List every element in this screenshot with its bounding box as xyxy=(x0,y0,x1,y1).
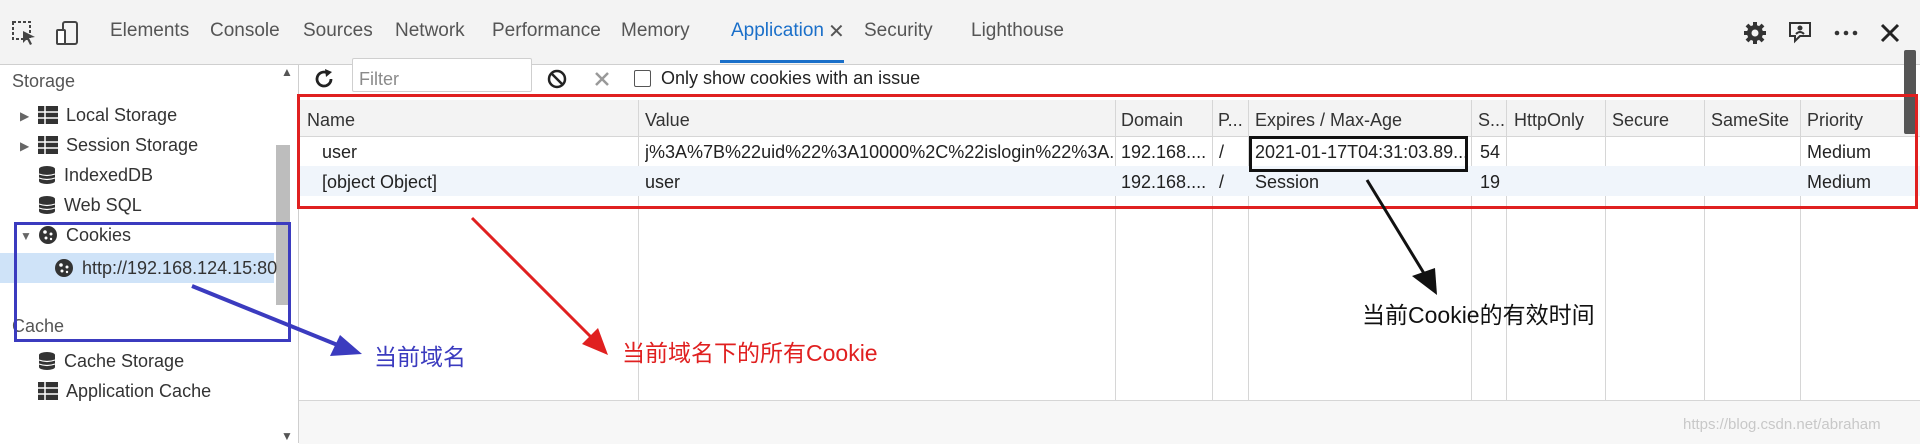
watermark: https://blog.csdn.net/abraham xyxy=(1683,416,1881,433)
annotation-expiry-label: 当前Cookie的有效时间 xyxy=(1362,302,1595,328)
annotation-all-cookies-label: 当前域名下的所有Cookie xyxy=(622,340,878,366)
black-arrow-line xyxy=(1365,179,1427,276)
annotation-arrows xyxy=(191,179,1437,356)
blue-arrow-line xyxy=(191,284,341,348)
red-arrow-line xyxy=(470,216,596,342)
black-arrow-head xyxy=(1412,268,1437,295)
annotation-domain-label: 当前域名 xyxy=(374,344,466,370)
